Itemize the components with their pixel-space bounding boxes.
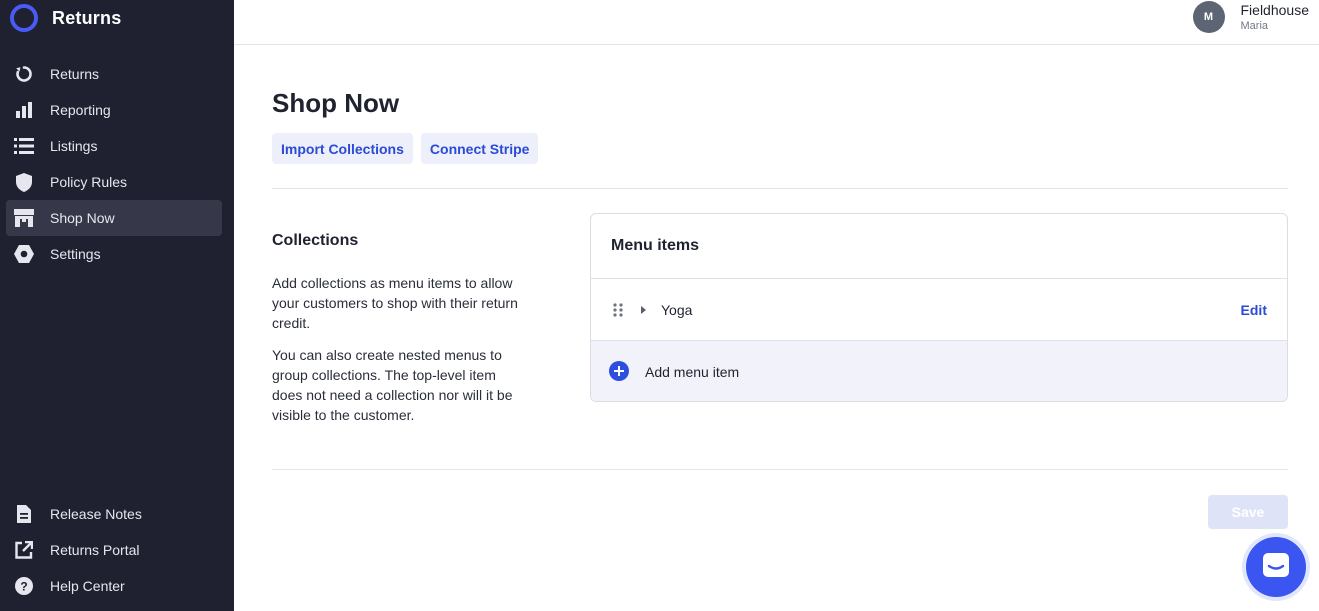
add-menu-item-button[interactable]: Add menu item: [591, 341, 1287, 401]
shield-icon: [14, 172, 34, 192]
sidebar-item-returns-portal[interactable]: Returns Portal: [6, 532, 222, 568]
sidebar-nav: Returns Reporting Listings Policy Rules …: [6, 56, 222, 272]
plus-circle-icon: [609, 361, 629, 381]
list-icon: [14, 136, 34, 156]
top-bar: M Fieldhouse Maria: [234, 0, 1319, 45]
brand[interactable]: Returns: [10, 3, 121, 33]
save-button[interactable]: Save: [1208, 495, 1288, 529]
sidebar-item-label: Help Center: [50, 578, 125, 594]
edit-button[interactable]: Edit: [1241, 302, 1267, 318]
divider: [272, 188, 1288, 189]
sidebar-item-listings[interactable]: Listings: [6, 128, 222, 164]
avatar: M: [1192, 1, 1225, 33]
sidebar-item-label: Release Notes: [50, 506, 142, 522]
connect-stripe-button[interactable]: Connect Stripe: [420, 133, 539, 164]
menu-items-title: Menu items: [611, 237, 700, 254]
page-actions: Import Collections Connect Stripe: [272, 133, 546, 164]
page-title: Shop Now: [272, 88, 400, 118]
menu-items-card: Menu items Yoga Edit Add menu item: [590, 213, 1288, 402]
bar-chart-icon: [14, 100, 34, 120]
collections-title: Collections: [272, 232, 359, 249]
chat-icon: [1262, 552, 1290, 583]
logo-ring-icon: [10, 4, 38, 32]
sidebar-item-returns[interactable]: Returns: [6, 56, 222, 92]
svg-text:?: ?: [20, 580, 27, 594]
sidebar: Returns Returns Reporting Listings Polic…: [0, 0, 234, 611]
sidebar-item-reporting[interactable]: Reporting: [6, 92, 222, 128]
storefront-icon: [14, 208, 34, 228]
chat-launcher-button[interactable]: [1246, 537, 1306, 597]
sidebar-bottom-nav: Release Notes Returns Portal ? Help Cent…: [6, 496, 222, 604]
user-menu[interactable]: M Fieldhouse Maria: [1192, 1, 1310, 33]
sidebar-item-label: Returns: [50, 66, 100, 82]
list-item: Yoga Edit: [591, 279, 1287, 341]
sidebar-item-label: Shop Now: [50, 210, 115, 226]
collections-description: Add collections as menu items to allow y…: [272, 275, 518, 331]
collections-nested-description: You can also create nested menus to grou…: [272, 347, 513, 423]
sidebar-item-policy-rules[interactable]: Policy Rules: [6, 164, 222, 200]
user-org: Fieldhouse: [1240, 2, 1310, 18]
import-collections-button[interactable]: Import Collections: [272, 133, 413, 164]
sidebar-item-label: Returns Portal: [50, 542, 140, 558]
gear-icon: [14, 244, 34, 264]
user-info: Fieldhouse Maria: [1241, 1, 1310, 33]
help-icon: ?: [14, 576, 34, 596]
add-menu-item-label: Add menu item: [645, 363, 740, 380]
caret-right-icon[interactable]: [641, 306, 646, 314]
refresh-icon: [14, 64, 34, 84]
document-icon: [14, 504, 34, 524]
user-name: Maria: [1240, 20, 1269, 32]
sidebar-item-label: Listings: [50, 138, 98, 154]
sidebar-item-release-notes[interactable]: Release Notes: [6, 496, 222, 532]
menu-item-label: Yoga: [661, 301, 693, 318]
sidebar-item-help-center[interactable]: ? Help Center: [6, 568, 222, 604]
sidebar-item-label: Reporting: [50, 102, 111, 118]
menu-items-header: Menu items: [591, 214, 1287, 279]
external-link-icon: [14, 540, 34, 560]
sidebar-item-label: Settings: [50, 246, 101, 262]
sidebar-item-shop-now[interactable]: Shop Now: [6, 200, 222, 236]
app-name: Returns: [52, 7, 122, 28]
drag-handle-icon[interactable]: [613, 303, 623, 322]
divider: [272, 469, 1288, 470]
sidebar-item-label: Policy Rules: [50, 174, 128, 190]
sidebar-item-settings[interactable]: Settings: [6, 236, 222, 272]
